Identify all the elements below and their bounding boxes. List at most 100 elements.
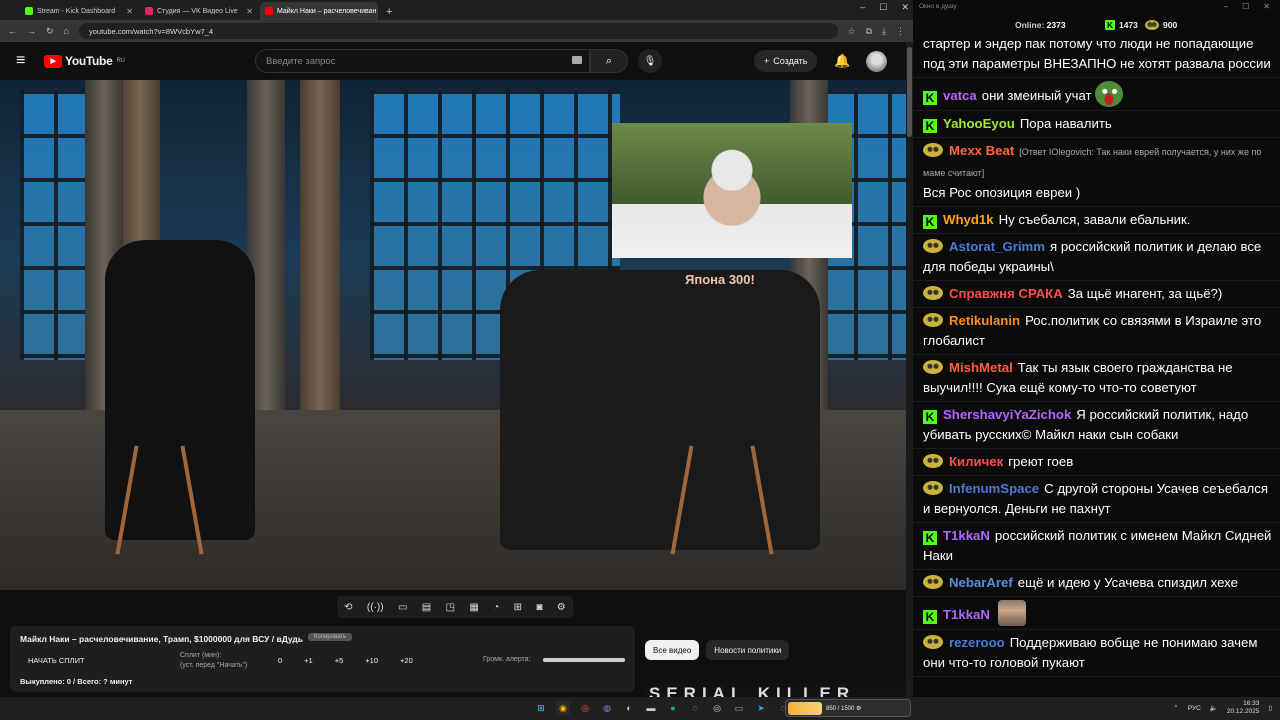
obs-icon[interactable]: ◌: [688, 701, 702, 715]
split-add-10[interactable]: +10: [365, 656, 378, 665]
tab-youtube-video[interactable]: Майкл Наки – расчеловечиван ✕: [260, 2, 378, 20]
extensions-icon[interactable]: ⧉: [866, 26, 872, 37]
windows-start-icon[interactable]: ⊞: [534, 701, 548, 715]
chrome-icon[interactable]: ◉: [556, 701, 570, 715]
gear-icon[interactable]: ⚙: [557, 602, 566, 613]
app-icon[interactable]: ▭: [732, 701, 746, 715]
subtitles-icon[interactable]: ▦: [469, 602, 478, 613]
chat-username[interactable]: T1kkaN: [943, 528, 990, 543]
create-button[interactable]: + Создать: [754, 50, 818, 72]
chat-username[interactable]: T1kkaN: [943, 607, 990, 622]
tab-vk-studio[interactable]: Студия — VK Видео Live ✕: [140, 2, 258, 20]
reload-icon[interactable]: ↻: [46, 26, 54, 37]
search-button[interactable]: ⌕: [590, 49, 628, 73]
bookmark-star-icon[interactable]: ☆: [848, 26, 856, 37]
search-input[interactable]: Введите запрос: [255, 49, 590, 73]
other-viewers: 900: [1145, 20, 1177, 30]
keyboard-icon[interactable]: [572, 56, 582, 64]
chat-username[interactable]: NebarAref: [949, 575, 1013, 590]
download-icon[interactable]: ⤓: [882, 26, 886, 37]
chat-username[interactable]: vatca: [943, 88, 977, 103]
close-window-button[interactable]: ✕: [901, 2, 909, 13]
pepe-badge-icon: [923, 286, 943, 300]
chat-message: Киличек греют гоев: [913, 449, 1280, 476]
speed-icon[interactable]: ◔: [493, 602, 499, 613]
scrollbar-thumb[interactable]: [907, 47, 912, 137]
extension-controls: ⟲ ((·)) ▭ ▤ ◳ ▦ ◔ ⊞ ◙ ⚙: [337, 596, 573, 618]
goal-progress: 850 / 1500 ⚙: [826, 705, 862, 712]
system-tray: ⌃ РУС 🔈 16:33 20.12.2025 ▯: [1173, 700, 1272, 716]
chat-username[interactable]: InfenumSpace: [949, 481, 1039, 496]
pip-icon[interactable]: ◳: [446, 602, 455, 613]
minimize-button[interactable]: –: [1224, 2, 1228, 11]
video-player[interactable]: Япона 300!: [0, 80, 906, 590]
goal-widget[interactable]: 850 / 1500 ⚙: [785, 699, 911, 717]
new-tab-button[interactable]: +: [380, 6, 398, 20]
kick-badge-icon: K: [923, 215, 937, 229]
pepe-badge-icon: [923, 143, 943, 157]
screen-icon[interactable]: ▭: [398, 602, 407, 613]
chat-window-title: Окно в душу: [919, 3, 957, 10]
app-icon[interactable]: ◎: [710, 701, 724, 715]
youtube-logo[interactable]: ▶ YouTube RU: [44, 54, 125, 68]
maximize-button[interactable]: ☐: [879, 2, 887, 13]
copy-button[interactable]: Копировать: [308, 633, 353, 641]
menu-icon[interactable]: ≡: [16, 52, 44, 70]
chip-politics-news[interactable]: Новости политики: [706, 640, 790, 660]
chat-username[interactable]: ShershavyiYaZichok: [943, 407, 1071, 422]
telegram-icon[interactable]: ➤: [754, 701, 768, 715]
tab-kick-dashboard[interactable]: Stream - Kick Dashboard ✕: [20, 2, 138, 20]
notification-icon[interactable]: ▯: [1268, 704, 1272, 712]
split-add-20[interactable]: +20: [400, 656, 413, 665]
minimize-button[interactable]: –: [860, 2, 865, 13]
recommended-thumbnail[interactable]: SERIAL KILLER: [645, 682, 907, 697]
spotify-icon[interactable]: ●: [666, 701, 680, 715]
chat-username[interactable]: Astorat_Grimm: [949, 239, 1045, 254]
chat-username[interactable]: Retikulanin: [949, 313, 1020, 328]
notifications-bell-icon[interactable]: 🔔: [834, 53, 850, 69]
voice-search-button[interactable]: 🎙: [638, 49, 662, 73]
chat-username[interactable]: Mexx Beat: [949, 143, 1014, 158]
url-field[interactable]: youtube.com/watch?v=8WVcbYw7_4: [78, 23, 838, 39]
menu-dots-icon[interactable]: ⋮: [896, 26, 905, 37]
close-icon[interactable]: ✕: [376, 7, 378, 16]
chat-username[interactable]: Киличек: [949, 454, 1003, 469]
forward-icon[interactable]: →: [27, 26, 36, 36]
close-icon[interactable]: ✕: [246, 7, 253, 16]
chat-text: За щьё инагент, за щьё?): [1067, 286, 1223, 301]
maximize-button[interactable]: ☐: [1242, 2, 1249, 11]
steam-icon[interactable]: ◐: [622, 701, 636, 715]
split-value-0[interactable]: 0: [278, 656, 282, 665]
back-icon[interactable]: ←: [8, 26, 17, 36]
home-icon[interactable]: ⌂: [64, 26, 69, 36]
avatar[interactable]: [866, 51, 887, 72]
folder-icon[interactable]: ▬: [644, 701, 658, 715]
camera-icon[interactable]: ◙: [536, 602, 542, 613]
page-scrollbar[interactable]: [906, 42, 913, 697]
add-clip-icon[interactable]: ⊞: [514, 602, 522, 613]
chip-all-videos[interactable]: Все видео: [645, 640, 700, 660]
chat-username[interactable]: YahooEyou: [943, 116, 1015, 131]
speaker-icon[interactable]: 🔈: [1210, 704, 1218, 712]
chat-username[interactable]: Whyd1k: [943, 212, 994, 227]
split-add-5[interactable]: +5: [335, 656, 344, 665]
film-icon[interactable]: ▤: [422, 602, 431, 613]
chat-username[interactable]: MishMetal: [949, 360, 1013, 375]
discord-icon[interactable]: ◍: [600, 701, 614, 715]
clock[interactable]: 16:33 20.12.2025: [1227, 700, 1260, 716]
chat-message: K T1kkaN: [913, 597, 1280, 630]
browser-icon[interactable]: ◎: [578, 701, 592, 715]
broadcast-icon[interactable]: ((·)): [367, 602, 384, 613]
tray-arrow-icon[interactable]: ⌃: [1173, 704, 1178, 712]
chat-username[interactable]: Справжня СРАКА: [949, 286, 1063, 301]
start-split-button[interactable]: НАЧАТЬ СПЛИТ: [28, 656, 85, 665]
alert-volume-slider[interactable]: [543, 658, 625, 662]
split-add-1[interactable]: +1: [304, 656, 313, 665]
filter-chips: Все видео Новости политики: [645, 640, 790, 660]
lang-indicator[interactable]: РУС: [1188, 705, 1201, 712]
close-icon[interactable]: ✕: [126, 7, 133, 16]
close-window-button[interactable]: ✕: [1263, 2, 1270, 11]
loop-icon[interactable]: ⟲: [344, 602, 352, 613]
chat-username[interactable]: rezerooo: [949, 635, 1005, 650]
youtube-favicon-icon: [265, 7, 273, 15]
